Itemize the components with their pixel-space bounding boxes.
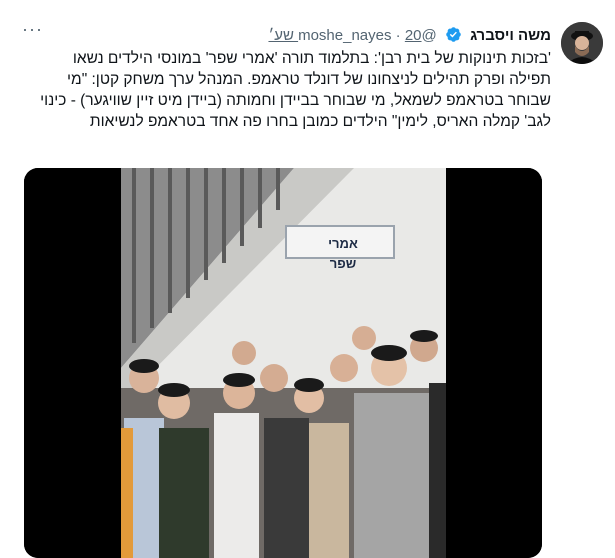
tweet: ··· משה ויסברג @moshe_nayes · 20 שע׳ 'בז…	[0, 0, 615, 558]
dot-separator: ·	[395, 27, 401, 44]
play-video-button[interactable]	[24, 168, 542, 558]
tweet-text: 'בזכות תינוקות של בית רבן': בתלמוד תורה …	[40, 50, 551, 130]
profile-photo-icon	[561, 22, 603, 64]
verified-badge-icon	[445, 26, 462, 49]
display-name[interactable]: משה ויסברג	[470, 27, 551, 44]
video-player[interactable]: אמרי שפר	[24, 168, 542, 558]
avatar[interactable]	[561, 22, 603, 64]
more-options-icon[interactable]: ···	[22, 20, 43, 38]
tweet-header: משה ויסברג @moshe_nayes · 20 שע׳	[268, 26, 551, 49]
